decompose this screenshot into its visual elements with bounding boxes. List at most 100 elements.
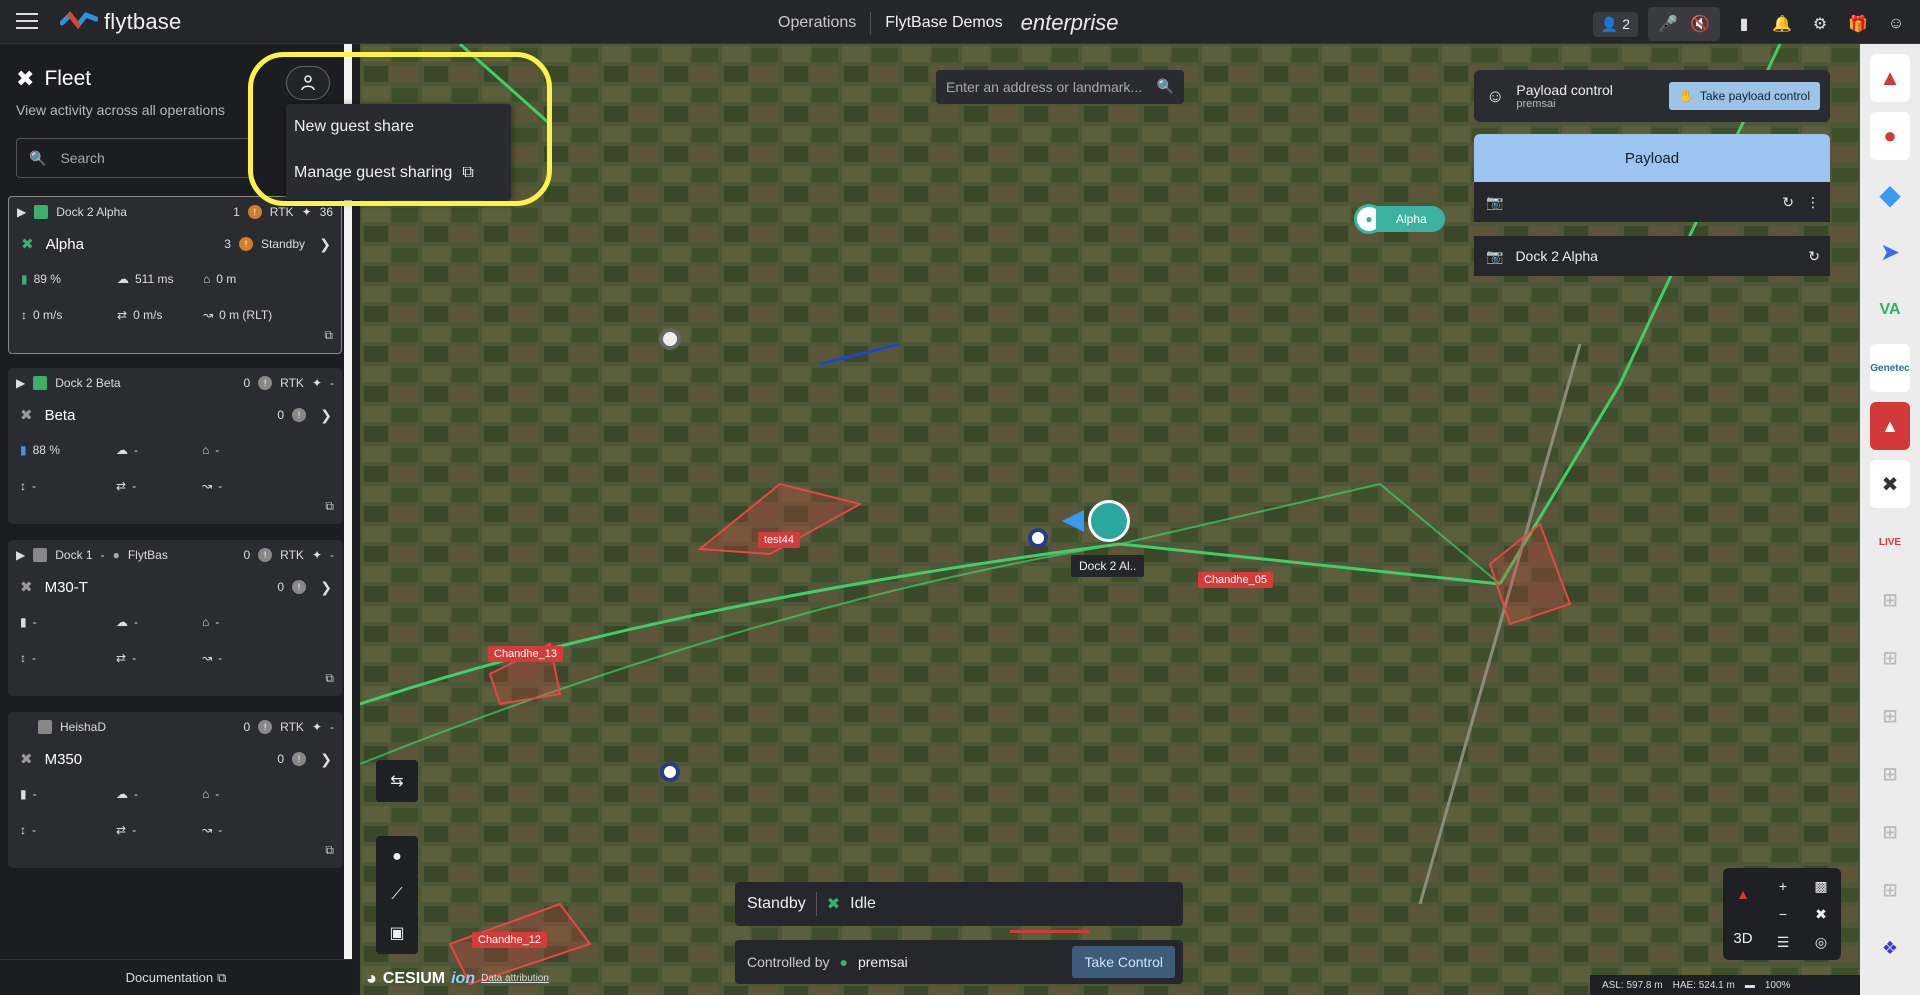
- zoom-in-icon[interactable]: +: [1769, 872, 1797, 900]
- pin-icon: ●: [392, 848, 402, 865]
- drone-icon: ✖: [20, 407, 33, 424]
- drone-name: Alpha: [45, 235, 84, 253]
- search-icon[interactable]: 🔍: [1157, 78, 1174, 95]
- fleet-search-input[interactable]: 🔍 Search: [16, 138, 252, 178]
- external-link-icon[interactable]: ⧉: [324, 328, 333, 343]
- external-link-icon[interactable]: ⧉: [325, 671, 334, 686]
- va-icon[interactable]: VA: [1870, 286, 1910, 334]
- geofence-label-chandhe12[interactable]: Chandhe_12: [472, 932, 548, 948]
- zoom-out-icon[interactable]: −: [1769, 900, 1797, 928]
- alarm-icon[interactable]: ▲: [1870, 54, 1910, 102]
- menu-item-new-guest-share[interactable]: New guest share: [286, 104, 511, 150]
- alert-icon: !: [238, 237, 253, 251]
- crop-tool-button[interactable]: ▣: [376, 912, 418, 954]
- add-widget-icon[interactable]: ⊞: [1870, 576, 1910, 624]
- chevron-right-icon[interactable]: ❯: [320, 751, 332, 768]
- more-options-icon[interactable]: ⋮: [1806, 194, 1820, 211]
- waypoint-marker-icon[interactable]: [660, 762, 680, 782]
- chevron-right-icon[interactable]: ❯: [319, 236, 331, 253]
- fire-icon[interactable]: ▲: [1870, 402, 1910, 450]
- users-icon: 👤: [1600, 15, 1619, 32]
- account-icon[interactable]: ☺: [1882, 10, 1910, 38]
- cube-icon[interactable]: ▩: [1807, 872, 1835, 900]
- geofence-label-chandhe13[interactable]: Chandhe_13: [488, 646, 564, 662]
- org-name[interactable]: FlytBase Demos: [885, 14, 1002, 32]
- waypoint-marker-icon[interactable]: [1028, 528, 1048, 548]
- guest-share-button[interactable]: [286, 66, 330, 100]
- fleet-card-alpha[interactable]: ▶ Dock 2 Alpha 1 ! RTK ✦ 36 ✖ Alpha 3 ! …: [8, 196, 342, 354]
- external-link-icon: ⧉: [217, 969, 227, 985]
- chevron-right-icon[interactable]: ❯: [320, 579, 332, 596]
- battery-icon: ▮: [20, 615, 27, 629]
- bell-icon[interactable]: 🔔: [1768, 10, 1796, 38]
- asl-value: ASL: 597.8 m: [1602, 979, 1663, 991]
- altitude-icon: ↝: [202, 479, 213, 493]
- live-stream-icon[interactable]: LIVE: [1870, 518, 1910, 566]
- fleet-card-m30t[interactable]: ▶ Dock 1 - ● FlytBas 0 ! RTK ✦ - ✖ M30-T…: [8, 540, 342, 696]
- layers-icon[interactable]: ☰: [1769, 928, 1797, 956]
- horizontal-speed-icon: ⇄: [116, 823, 127, 837]
- mic-off-icon[interactable]: 🎤: [1654, 10, 1682, 38]
- dock-marker-icon[interactable]: [1088, 500, 1130, 542]
- geofence-label-test44[interactable]: test44: [758, 532, 800, 548]
- locate-icon[interactable]: ◎: [1807, 928, 1835, 956]
- geofence-label-chandhe05[interactable]: Chandhe_05: [1198, 572, 1274, 588]
- search-icon: 🔍: [29, 149, 47, 166]
- add-widget-icon[interactable]: ⊞: [1870, 750, 1910, 798]
- chevron-right-icon[interactable]: ❯: [320, 407, 332, 424]
- gear-icon[interactable]: ⚙: [1806, 10, 1834, 38]
- compass-icon[interactable]: ▲: [1729, 874, 1757, 914]
- add-widget-icon[interactable]: ⊞: [1870, 866, 1910, 914]
- line-tool-button[interactable]: ⟋: [376, 874, 418, 916]
- dock-status-icon: [34, 205, 49, 219]
- refresh-icon[interactable]: ↻: [1808, 248, 1820, 265]
- layer-toggle-button[interactable]: ⇆: [376, 760, 418, 802]
- take-payload-control-button[interactable]: ✋ Take payload control: [1668, 82, 1820, 110]
- speaker-muted-icon[interactable]: 🔇: [1686, 10, 1714, 38]
- altitude-icon: ↝: [202, 651, 213, 665]
- drone-row: ✖ M30-T 0 ! ❯: [8, 570, 342, 604]
- share-person-icon: [301, 75, 315, 91]
- drone-integration-icon[interactable]: ✖: [1870, 460, 1910, 508]
- genetec-icon[interactable]: Genetec: [1870, 344, 1910, 392]
- menu-item-label: Manage guest sharing: [294, 164, 453, 181]
- nav-operations[interactable]: Operations: [778, 14, 856, 32]
- external-link-icon[interactable]: ⧉: [325, 843, 334, 858]
- external-link-icon[interactable]: ⧉: [325, 499, 334, 514]
- altitude: 0 m (RLT): [219, 308, 273, 322]
- add-widget-icon[interactable]: ⊞: [1870, 808, 1910, 856]
- fleet-card-m350[interactable]: HeishaD 0 ! RTK ✦ - ✖ M350 0 ! ❯ ▮ - ☁ - ⌂…: [8, 712, 342, 868]
- diamond-icon[interactable]: ◆: [1870, 170, 1910, 218]
- horizontal-speed: 0 m/s: [133, 308, 163, 322]
- take-control-button[interactable]: Take Control: [1072, 946, 1175, 978]
- waypoint-marker-icon[interactable]: [659, 328, 681, 350]
- refresh-icon[interactable]: ↻: [1782, 194, 1794, 211]
- active-users-button[interactable]: 👤 2: [1592, 11, 1638, 37]
- drone-icon: ✖: [21, 236, 34, 253]
- payload-tab[interactable]: Payload: [1474, 134, 1830, 182]
- view-3d-button[interactable]: 3D: [1729, 924, 1757, 952]
- payload-control-label: Payload control: [1516, 82, 1613, 98]
- altitude-icon: ↝: [202, 823, 213, 837]
- analytics-icon[interactable]: ▮: [1730, 10, 1758, 38]
- documentation-link[interactable]: Documentation ⧉: [0, 959, 352, 995]
- siren-icon[interactable]: ●: [1870, 112, 1910, 160]
- nav-divider: [870, 12, 872, 34]
- drone-name: M350: [44, 750, 83, 768]
- add-widget-icon[interactable]: ⊞: [1870, 692, 1910, 740]
- integrations-rail: ▲ ● ◆ ➤ VA Genetec ▲ ✖ LIVE ⊞ ⊞ ⊞ ⊞ ⊞ ⊞ …: [1860, 44, 1920, 995]
- pin-tool-button[interactable]: ●: [376, 836, 418, 878]
- add-widget-icon[interactable]: ⊞: [1870, 634, 1910, 682]
- signal-icon[interactable]: ❖: [1870, 924, 1910, 972]
- map-search-input[interactable]: Enter an address or landmark... 🔍: [936, 70, 1184, 104]
- drone-center-icon[interactable]: ✖: [1807, 900, 1835, 928]
- alpha-location-pin[interactable]: ● Alpha: [1354, 204, 1445, 234]
- menu-icon[interactable]: [16, 13, 38, 31]
- brand-logo[interactable]: flytbase: [60, 9, 181, 35]
- send-icon[interactable]: ➤: [1870, 228, 1910, 276]
- horizontal-speed: -: [132, 823, 137, 837]
- data-attribution-link[interactable]: Data attribution: [481, 973, 549, 984]
- gift-icon[interactable]: 🎁: [1844, 10, 1872, 38]
- menu-item-manage-guest-sharing[interactable]: Manage guest sharing ⧉: [286, 150, 511, 196]
- fleet-card-beta[interactable]: ▶ Dock 2 Beta 0 ! RTK ✦ - ✖ Beta 0 ! ❯ ▮…: [8, 368, 342, 524]
